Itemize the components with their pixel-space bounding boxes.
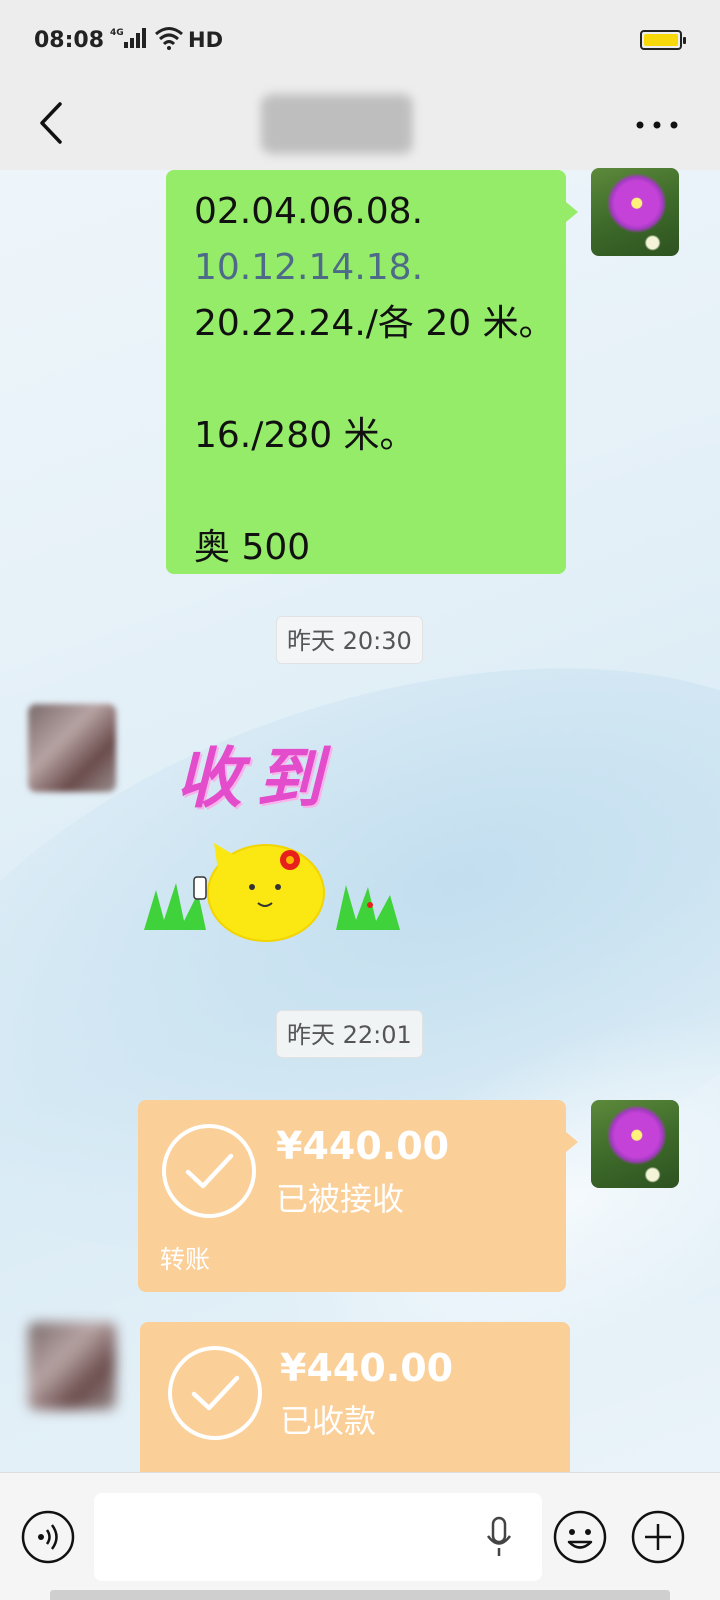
check-circle-icon <box>162 1124 256 1218</box>
transfer-status: 已收款 <box>280 1402 377 1440</box>
timestamp: 昨天 20:30 <box>276 616 423 664</box>
transfer-label: 转账 <box>160 1245 211 1274</box>
transfer-amount: ¥440.00 <box>276 1124 450 1168</box>
ellipsis-icon[interactable] <box>632 110 682 140</box>
transfer-status: 已被接收 <box>276 1180 405 1218</box>
wifi-icon <box>155 27 183 50</box>
message-input[interactable] <box>94 1493 542 1581</box>
chick-sticker-icon <box>144 843 400 942</box>
battery-icon <box>640 30 686 50</box>
transfer-amount: ¥440.00 <box>280 1346 454 1390</box>
contact-avatar[interactable] <box>28 1322 116 1410</box>
voice-wave-icon[interactable] <box>20 1509 76 1565</box>
message-line-empty <box>194 352 538 408</box>
gesture-bar <box>50 1590 670 1600</box>
timestamp: 昨天 22:01 <box>276 1010 423 1058</box>
signal-icon: 4G <box>110 28 146 48</box>
contact-avatar[interactable] <box>28 704 116 792</box>
input-bar <box>0 1472 720 1600</box>
status-bar: 08:08 4G HD <box>0 0 720 80</box>
microphone-icon[interactable] <box>484 1515 514 1559</box>
message-line-empty <box>194 464 538 520</box>
message-line: 02.04.06.08. <box>194 191 424 232</box>
emoji-icon[interactable] <box>552 1509 608 1565</box>
my-avatar[interactable] <box>591 1100 679 1188</box>
hd-label: HD <box>188 28 224 52</box>
message-line: 16./280 米。 <box>194 415 416 456</box>
contact-name <box>262 94 412 154</box>
transfer-card[interactable]: ¥440.00 已被接收 转账 <box>138 1100 578 1292</box>
transfer-card-received[interactable]: ¥440.00 已收款 <box>140 1322 570 1472</box>
status-time: 08:08 <box>34 28 105 53</box>
chevron-left-icon[interactable] <box>36 98 66 148</box>
message-line: 20.22.24./各 20 米。 <box>194 303 555 344</box>
message-line-link[interactable]: 10.12.14.18. <box>194 240 538 296</box>
plus-icon[interactable] <box>630 1509 686 1565</box>
sticker-message[interactable]: 收到 <box>140 725 410 945</box>
sent-text-bubble[interactable]: 02.04.06.08. 10.12.14.18. 20.22.24./各 20… <box>166 170 578 574</box>
chat-header <box>0 80 720 170</box>
check-circle-icon <box>168 1346 262 1440</box>
message-line: 奥 500 <box>194 527 311 568</box>
my-avatar[interactable] <box>591 168 679 256</box>
network-label: 4G <box>110 28 124 38</box>
